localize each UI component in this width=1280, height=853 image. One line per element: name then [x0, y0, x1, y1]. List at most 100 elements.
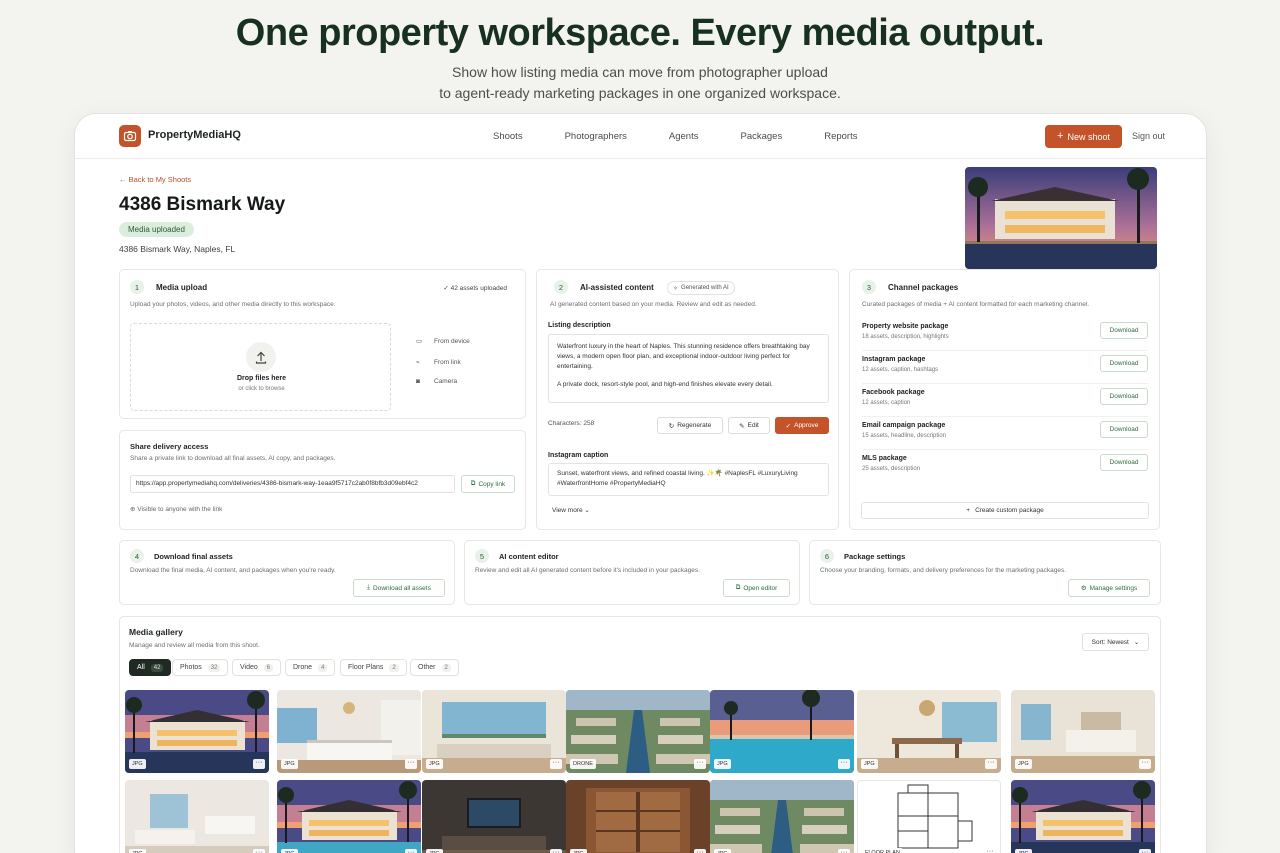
download-all-assets-button[interactable]: ⤓ Download all assets	[353, 579, 445, 597]
manage-settings-button[interactable]: ⚙ Manage settings	[1068, 579, 1150, 597]
filter-chip-other[interactable]: Other 2	[410, 659, 459, 676]
create-custom-label: Create custom package	[975, 507, 1044, 514]
sign-out-link[interactable]: Sign out	[1132, 131, 1165, 141]
gallery-thumbnail[interactable]: FLOOR PLAN ···	[857, 780, 1001, 853]
open-editor-button[interactable]: ⧉ Open editor	[723, 579, 790, 597]
download-label: Download	[1109, 360, 1139, 367]
back-link[interactable]: ← Back to My Shoots	[119, 175, 191, 184]
package-name: MLS package	[862, 455, 907, 462]
channel-packages-card: 3 Channel packages Curated packages of m…	[849, 269, 1160, 530]
gallery-thumbnail[interactable]: JPG ···	[710, 780, 854, 853]
nav-agents[interactable]: Agents	[669, 131, 699, 142]
more-options-icon[interactable]: ···	[1139, 759, 1151, 769]
media-upload-card: 1 Media upload ✓ 42 assets uploaded Uplo…	[119, 269, 526, 419]
more-options-icon[interactable]: ···	[985, 759, 997, 769]
package-download-button[interactable]: Download	[1100, 322, 1148, 339]
regenerate-label: Regenerate	[677, 422, 712, 429]
instagram-caption-box[interactable]: Sunset, waterfront views, and refined co…	[548, 463, 829, 496]
source-from-link[interactable]: ⌁ From link	[416, 358, 461, 366]
upload-status: ✓ 42 assets uploaded	[443, 284, 507, 292]
card-title: AI-assisted content	[580, 283, 654, 292]
file-type-tag: JPG	[714, 849, 731, 853]
listing-description-box[interactable]: Waterfront luxury in the heart of Naples…	[548, 334, 829, 403]
nav-packages[interactable]: Packages	[740, 131, 782, 142]
arrow-left-icon: ←	[119, 175, 127, 184]
source-from-device[interactable]: ▭ From device	[416, 337, 470, 345]
more-options-icon[interactable]: ···	[1139, 849, 1151, 853]
thumbnail-image	[857, 690, 1001, 773]
approve-button[interactable]: ✓ Approve	[775, 417, 829, 434]
drop-title: Drop files here	[236, 375, 286, 382]
card-description: Choose your branding, formats, and deliv…	[820, 567, 1067, 574]
chevron-down-icon: ⌄	[1133, 639, 1140, 646]
package-download-button[interactable]: Download	[1100, 388, 1148, 405]
package-download-button[interactable]: Download	[1100, 355, 1148, 372]
more-options-icon[interactable]: ···	[838, 759, 850, 769]
more-options-icon[interactable]: ···	[550, 759, 562, 769]
source-camera[interactable]: ◙ Camera	[416, 378, 457, 385]
view-more-toggle[interactable]: View more ⌄	[552, 506, 590, 514]
edit-button[interactable]: ✎ Edit	[728, 417, 770, 434]
file-type-tag: JPG	[1015, 759, 1032, 769]
more-options-icon[interactable]: ···	[694, 849, 706, 853]
new-shoot-button[interactable]: + New shoot	[1045, 125, 1122, 148]
more-options-icon[interactable]: ···	[984, 848, 996, 853]
package-download-button[interactable]: Download	[1100, 421, 1148, 438]
gallery-thumbnail[interactable]: JPG ···	[125, 780, 269, 853]
gallery-thumbnail[interactable]: JPG ···	[422, 780, 566, 853]
card-title: Channel packages	[888, 283, 959, 292]
gallery-thumbnail[interactable]: JPG ···	[566, 780, 710, 853]
sort-dropdown[interactable]: Sort: Newest ⌄	[1082, 633, 1149, 651]
card-description: Review and edit all AI generated content…	[475, 567, 700, 574]
package-row: Facebook package 12 assets, caption Downlo…	[862, 384, 1148, 417]
filter-chip-drone[interactable]: Drone 4	[285, 659, 336, 676]
gallery-thumbnail[interactable]: JPG ···	[710, 690, 854, 773]
filter-chip-all[interactable]: All 42	[129, 659, 172, 676]
package-row: MLS package 25 assets, description Downloa…	[862, 450, 1148, 483]
more-options-icon[interactable]: ···	[253, 849, 265, 853]
nav-shoots[interactable]: Shoots	[493, 131, 523, 142]
open-editor-label: Open editor	[743, 584, 778, 592]
download-label: Download	[1109, 426, 1139, 433]
package-meta: 15 assets, headline, description	[862, 433, 947, 439]
gallery-thumbnail[interactable]: JPG ···	[277, 780, 421, 853]
source-label: Camera	[434, 378, 458, 385]
nav-photographers[interactable]: Photographers	[565, 131, 627, 142]
more-options-icon[interactable]: ···	[405, 759, 417, 769]
more-options-icon[interactable]: ···	[694, 759, 706, 769]
camera-icon: ◙	[416, 378, 420, 385]
share-link-field[interactable]: https://app.propertymediahq.com/deliveri…	[130, 475, 455, 493]
package-download-button[interactable]: Download	[1100, 454, 1148, 471]
download-label: Download	[1109, 393, 1139, 400]
gallery-thumbnail[interactable]: DRONE ···	[566, 690, 710, 773]
more-options-icon[interactable]: ···	[550, 849, 562, 853]
gallery-thumbnail[interactable]: JPG ···	[1011, 690, 1155, 773]
step-number: 5	[475, 549, 489, 563]
copy-link-button[interactable]: ⧉ Copy link	[461, 475, 515, 493]
more-options-icon[interactable]: ···	[838, 849, 850, 853]
gallery-thumbnail[interactable]: JPG ···	[1011, 780, 1155, 853]
more-options-icon[interactable]: ···	[405, 849, 417, 853]
thumbnail-image	[422, 690, 566, 773]
edit-label: Edit	[747, 422, 759, 429]
filter-count: 42	[150, 663, 164, 672]
gallery-thumbnail[interactable]: JPG ···	[125, 690, 269, 773]
filter-chip-floor-plans[interactable]: Floor Plans 2	[340, 659, 407, 676]
filter-chip-video[interactable]: Video 6	[232, 659, 282, 676]
caption-text: Sunset, waterfront views, and refined co…	[557, 470, 798, 487]
more-options-icon[interactable]: ···	[253, 759, 265, 769]
regenerate-button[interactable]: ↻ Regenerate	[657, 417, 723, 434]
gallery-thumbnail[interactable]: JPG ···	[422, 690, 566, 773]
hero-subtitle: Show how listing media can move from pho…	[0, 62, 1280, 104]
thumbnail-image	[858, 781, 1000, 853]
nav-reports[interactable]: Reports	[824, 131, 857, 142]
hero-subtitle-line: Show how listing media can move from pho…	[452, 64, 828, 80]
gear-icon: ⚙	[1080, 585, 1087, 592]
gallery-thumbnail[interactable]: JPG ···	[857, 690, 1001, 773]
gallery-thumbnail[interactable]: JPG ···	[277, 690, 421, 773]
hero-subtitle-line: to agent-ready marketing packages in one…	[439, 85, 841, 101]
filter-chip-photos[interactable]: Photos 32	[172, 659, 229, 676]
file-type-tag: JPG	[426, 849, 443, 853]
create-custom-package-button[interactable]: + Create custom package	[861, 502, 1149, 519]
drop-zone[interactable]: Drop files here or click to browse	[130, 323, 391, 411]
